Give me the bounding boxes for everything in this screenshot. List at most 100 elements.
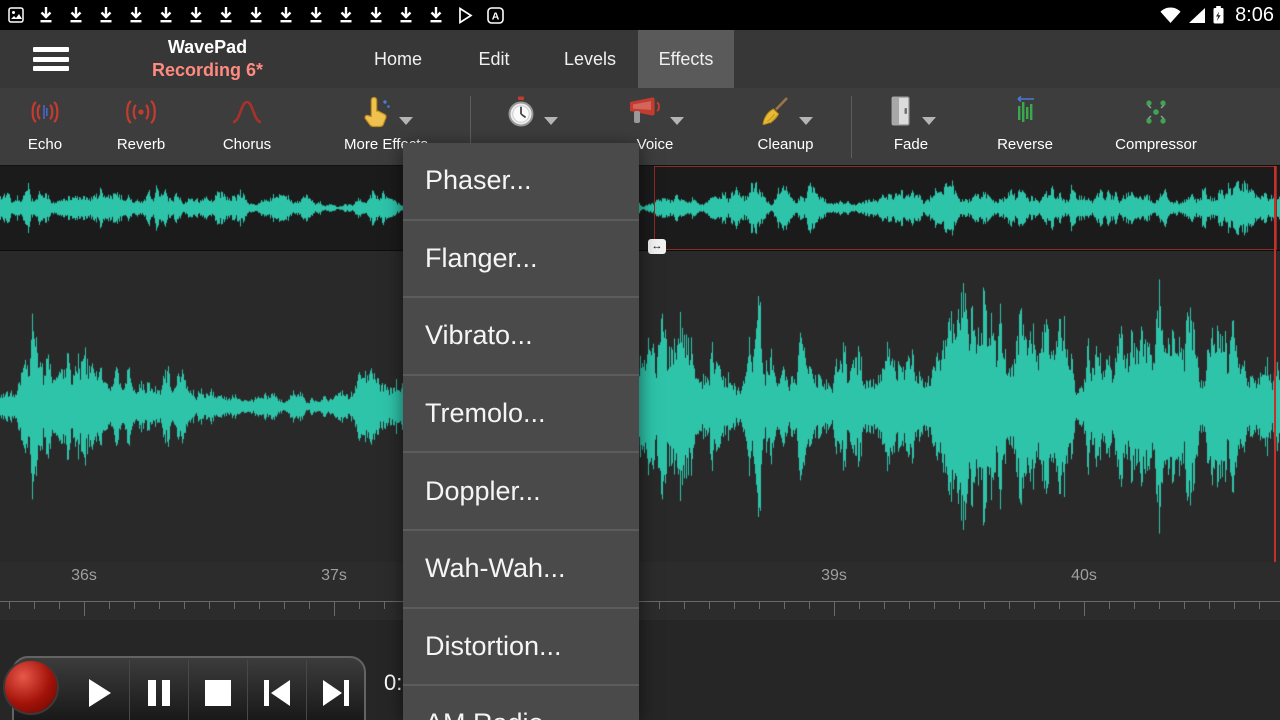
waveform-main[interactable] [0, 250, 1280, 562]
tab-home[interactable]: Home [350, 30, 446, 88]
stop-button[interactable] [188, 660, 247, 720]
ruler-tick [109, 602, 110, 609]
previous-icon [262, 679, 292, 712]
ruler-tick [334, 602, 335, 616]
toolbar-button-echo[interactable]: Echo [0, 88, 90, 165]
time-label: 36s [71, 567, 97, 585]
ruler-tick [1059, 602, 1060, 609]
voice-megaphone-icon [627, 96, 663, 133]
ruler-tick [84, 602, 85, 616]
status-notification-icons: A [8, 0, 504, 30]
status-system-icons [1160, 6, 1224, 24]
battery-charging-icon [1213, 6, 1224, 24]
hamburger-menu-button[interactable] [33, 47, 69, 71]
menu-item-doppler[interactable]: Doppler... [403, 453, 639, 531]
hamburger-icon [33, 57, 69, 62]
toolbar-button-compressor[interactable]: Compressor [1081, 88, 1231, 165]
time-label: 40s [1071, 567, 1097, 585]
time-label: 39s [821, 567, 847, 585]
selection-handle[interactable]: ↔ [648, 239, 666, 254]
toolbar-label-compressor: Compressor [1115, 136, 1197, 153]
android-status-bar: A 8:06 [0, 0, 1280, 30]
ruler-tick [784, 602, 785, 609]
ruler-tick [259, 602, 260, 609]
toolbar-button-fade[interactable]: Fade [853, 88, 969, 165]
waveform-main-canvas [0, 251, 1280, 562]
stop-icon [205, 680, 231, 711]
time-label: 37s [321, 567, 347, 585]
download-icon [398, 6, 414, 24]
hamburger-icon [33, 66, 69, 71]
pause-button[interactable] [129, 660, 188, 720]
toolbar-label-reverse: Reverse [997, 136, 1053, 153]
overview-selection-window[interactable] [654, 166, 1277, 250]
ruler-tick [959, 602, 960, 609]
clock-text: 8:06 [1235, 4, 1274, 27]
previous-button[interactable] [247, 660, 306, 720]
download-icon [38, 6, 54, 24]
letter-a-icon: A [487, 7, 504, 24]
ruler-tick [134, 602, 135, 609]
download-icon [68, 6, 84, 24]
ruler-tick [384, 602, 385, 609]
effects-dropdown-menu: Phaser...Flanger...Vibrato...Tremolo...D… [403, 143, 639, 720]
download-icon [308, 6, 324, 24]
ruler-tick [1034, 602, 1035, 609]
fade-icon [887, 95, 915, 134]
tab-edit[interactable]: Edit [446, 30, 542, 88]
ruler-tick [1234, 602, 1235, 609]
dropdown-caret-icon [544, 117, 558, 125]
toolbar-button-chorus[interactable]: Chorus [192, 88, 302, 165]
more-effects-icon [360, 95, 392, 134]
effects-toolbar: EchoReverbChorusMore EffectsVoiceCleanup… [0, 88, 1280, 166]
ruler-tick [909, 602, 910, 609]
pause-icon [146, 678, 172, 713]
next-button[interactable] [306, 660, 365, 720]
menu-item-vibrato[interactable]: Vibrato... [403, 298, 639, 376]
document-title: Recording 6* [110, 59, 305, 82]
menu-item-phaser[interactable]: Phaser... [403, 143, 639, 221]
toolbar-separator [851, 96, 852, 158]
ruler-tick [209, 602, 210, 609]
toolbar-label-reverb: Reverb [117, 136, 165, 153]
ruler-tick [759, 602, 760, 609]
toolbar-button-reverb[interactable]: Reverb [90, 88, 192, 165]
toolbar-button-cleanup[interactable]: Cleanup [720, 88, 851, 165]
hamburger-icon [33, 47, 69, 52]
ruler-tick [859, 602, 860, 609]
timeline-ruler[interactable]: 36s37s38s39s40s [0, 562, 1280, 620]
ruler-tick [934, 602, 935, 609]
ruler-tick [1209, 602, 1210, 609]
dropdown-caret-icon [670, 117, 684, 125]
ruler-tick [809, 602, 810, 609]
play-button[interactable] [70, 660, 129, 720]
menu-item-tremolo[interactable]: Tremolo... [403, 376, 639, 454]
ruler-tick [709, 602, 710, 609]
download-icon [278, 6, 294, 24]
tab-levels[interactable]: Levels [542, 30, 638, 88]
ruler-tick [359, 602, 360, 609]
ruler-tick [1084, 602, 1085, 616]
ruler-tick [159, 602, 160, 609]
menu-item-distortion[interactable]: Distortion... [403, 609, 639, 687]
echo-icon [27, 96, 63, 133]
toolbar-button-reverse[interactable]: Reverse [969, 88, 1081, 165]
menu-item-am-radio[interactable]: AM Radio... [403, 686, 639, 720]
toolbar-label-echo: Echo [28, 136, 62, 153]
ruler-tick [684, 602, 685, 609]
ruler-tick [659, 602, 660, 609]
menu-item-wah-wah[interactable]: Wah-Wah... [403, 531, 639, 609]
ruler-tick [834, 602, 835, 616]
ribbon-tabs: HomeEditLevelsEffects [350, 30, 734, 88]
tab-effects[interactable]: Effects [638, 30, 734, 88]
toolbar-label-cleanup: Cleanup [758, 136, 814, 153]
photo-icon [8, 7, 24, 23]
download-icon [128, 6, 144, 24]
status-system-area: 8:06 [1160, 0, 1274, 30]
playback-cursor [1274, 166, 1276, 562]
menu-item-flanger[interactable]: Flanger... [403, 221, 639, 299]
record-button[interactable] [3, 659, 59, 715]
title-block: WavePad Recording 6* [110, 36, 305, 81]
ruler-tick [884, 602, 885, 609]
compressor-icon [1139, 96, 1173, 133]
